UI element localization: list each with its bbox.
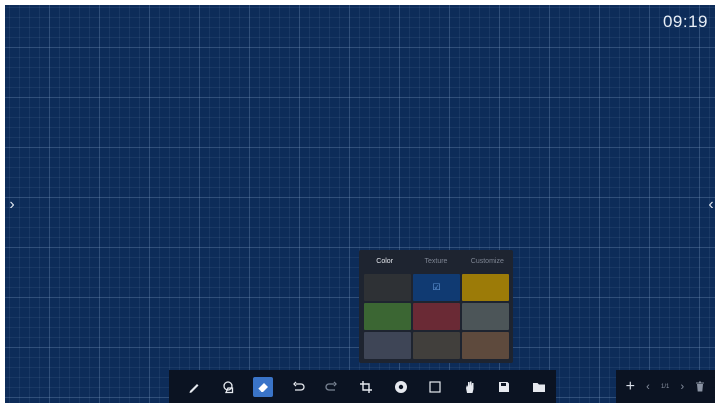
add-page-button[interactable]: + [626, 378, 635, 396]
color-swatch[interactable] [462, 332, 509, 359]
crop-button[interactable] [349, 370, 383, 403]
eraser-button[interactable] [246, 370, 280, 403]
tab-texture[interactable]: Texture [410, 258, 461, 265]
palette-tabs: Color Texture Customize [359, 250, 513, 272]
color-swatch[interactable] [462, 274, 509, 301]
prev-page-button[interactable]: ‹ [646, 381, 650, 393]
color-swatch-selected[interactable]: ☑ [413, 274, 460, 301]
color-swatch[interactable] [364, 274, 411, 301]
right-edge-arrow[interactable]: ‹ [704, 195, 715, 215]
whiteboard-screen: 09:19 › ‹ Color Texture Customize ☑ + ‹ … [5, 5, 715, 403]
main-toolbar [169, 370, 556, 403]
swatch-grid: ☑ [364, 274, 511, 359]
color-swatch[interactable] [413, 303, 460, 330]
tab-color[interactable]: Color [359, 258, 410, 265]
redo-icon [325, 381, 337, 391]
eraser-icon [257, 382, 269, 392]
select-box-icon [429, 380, 441, 393]
left-edge-arrow[interactable]: › [5, 195, 19, 215]
redo-button[interactable] [315, 370, 349, 403]
color-swatch[interactable] [364, 332, 411, 359]
pen-button[interactable] [177, 370, 211, 403]
tab-customize[interactable]: Customize [462, 258, 513, 265]
undo-icon [292, 381, 305, 391]
delete-page-button[interactable] [695, 381, 705, 392]
roam-hand-icon [465, 381, 474, 393]
next-page-button[interactable]: › [681, 381, 685, 393]
undo-button[interactable] [280, 370, 314, 403]
color-swatch[interactable] [413, 332, 460, 359]
clock: 09:19 [662, 12, 708, 31]
color-swatch[interactable] [364, 303, 411, 330]
save-button[interactable] [487, 370, 521, 403]
page-indicator: 1/1 [660, 383, 670, 390]
select-box-button[interactable] [418, 370, 452, 403]
pen-icon [189, 383, 199, 393]
save-icon [499, 381, 510, 392]
background-icon [394, 380, 407, 393]
crop-icon [360, 380, 373, 393]
trash-icon [696, 381, 705, 392]
folder-button[interactable] [522, 370, 556, 403]
background-palette-popup: Color Texture Customize ☑ [359, 250, 513, 363]
background-button[interactable] [384, 370, 418, 403]
shape-recognition-icon [223, 380, 233, 393]
checkmark-icon: ☑ [432, 282, 441, 292]
shape-recognition-button[interactable] [211, 370, 245, 403]
roam-hand-button[interactable] [453, 370, 487, 403]
folder-icon [532, 382, 545, 392]
color-swatch[interactable] [462, 303, 509, 330]
page-navigator: + ‹ 1/1 › [616, 370, 715, 403]
